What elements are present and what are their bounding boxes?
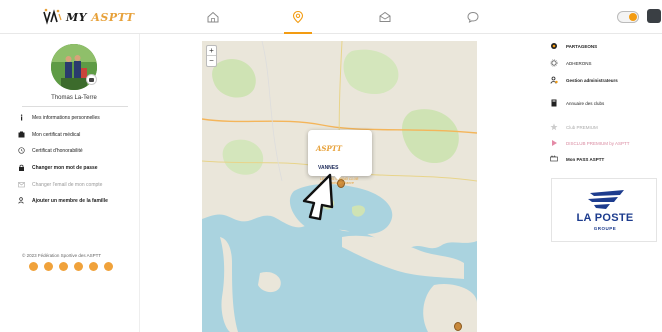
app-logo[interactable]: MY ASPTT [42,8,135,26]
menu-medical-certificate[interactable]: Mon certificat médical [18,131,143,138]
menu-label: ADHERONS [566,60,592,66]
club-map[interactable]: + − ASPTT VANNES LE PLUS GRAND CLUB omni… [202,41,477,332]
menu-label: Mon PASS ASPTT [566,156,605,162]
menu-label: Ajouter un membre de la famille [32,197,108,204]
change-photo-button[interactable] [86,74,97,85]
menu-honorability-certificate[interactable]: Certificat d'honorabilité [18,147,143,154]
book-icon [550,99,558,107]
user-menu-avatar[interactable] [647,9,661,23]
certificate-icon [18,131,25,138]
play-icon [550,139,558,147]
right-sidebar: PARTAGEONS ADHERONS Gestion administrate… [540,34,662,332]
facebook-icon[interactable] [29,262,38,271]
top-bar: MY ASPTT [0,0,662,34]
user-add-icon [18,197,25,204]
menu-label: Annuaire des clubs [566,100,605,106]
ad-subbrand: GROUPE [593,226,617,231]
tiktok-icon[interactable] [104,262,113,271]
menu-label: Certificat d'honorabilité [32,147,83,154]
menu-club-premium[interactable]: Club PREMIUM [550,123,598,131]
menu-partageons[interactable]: PARTAGEONS [550,42,597,50]
twitter-icon[interactable] [59,262,68,271]
menu-club-directory[interactable]: Annuaire des clubs [550,99,604,107]
club-marker[interactable] [454,322,462,331]
theme-toggle[interactable] [617,11,639,23]
gear-icon [550,59,558,67]
copyright-text: © 2023 Fédération Sportive des ASPTT [22,253,102,258]
info-icon [18,114,25,121]
app-name: MY ASPTT [66,10,135,24]
home-icon[interactable] [206,10,220,24]
menu-label: Mes informations personnelles [32,114,100,121]
club-brand: ASPTT [316,144,342,153]
divider [22,106,128,107]
chat-icon[interactable] [466,10,480,24]
menu-pass-asptt[interactable]: Mon PASS ASPTT [550,155,604,163]
menu-label: Changer l'email de mon compte [32,181,103,188]
la-poste-advertisement[interactable]: LA POSTE GROUPE [551,178,657,242]
social-links [29,262,113,271]
lock-icon [18,164,25,171]
menu-label: Gestion administrateurs [566,77,618,83]
menu-adherons[interactable]: ADHERONS [550,59,592,67]
menu-label: Changer mon mot de passe [32,164,98,171]
email-icon [18,181,25,188]
profile-sidebar: Thomas La-Terre Mes informations personn… [0,34,140,332]
menu-personal-info[interactable]: Mes informations personnelles [18,114,143,121]
menu-add-family-member[interactable]: Ajouter un membre de la famille [18,197,143,204]
pass-icon [550,155,558,163]
admin-user-icon [550,76,558,84]
club-logo: ASPTT VANNES LE PLUS GRAND CLUB omnispor… [316,138,366,185]
menu-label: Club PREMIUM [566,124,598,130]
youtube-icon[interactable] [74,262,83,271]
toggle-knob [629,13,637,21]
asptt-logo-icon [43,8,62,25]
menu-disclub-premium[interactable]: DISCLUB PREMIUM by ASPTT [550,139,630,147]
menu-label: PARTAGEONS [566,43,598,49]
mail-icon[interactable] [378,10,392,24]
zoom-in-button[interactable]: + [207,46,216,56]
zoom-control: + − [206,45,217,67]
user-name: Thomas La-Terre [51,95,97,101]
ad-brand: LA POSTE [576,212,634,224]
clock-icon [18,147,25,154]
menu-change-email[interactable]: Changer l'email de mon compte [18,181,143,188]
star-icon [550,123,558,131]
club-popup[interactable]: ASPTT VANNES LE PLUS GRAND CLUB omnispor… [308,130,372,185]
menu-label: DISCLUB PREMIUM by ASPTT [566,140,630,146]
menu-admin-management[interactable]: Gestion administrateurs [550,76,618,84]
menu-label: Mon certificat médical [32,131,81,138]
instagram-icon[interactable] [44,262,53,271]
share-icon [550,42,558,50]
map-pin-icon[interactable] [291,10,305,24]
la-poste-bird-logo [588,190,624,209]
menu-change-password[interactable]: Changer mon mot de passe [18,164,143,171]
active-tab-indicator [284,32,312,34]
linkedin-icon[interactable] [89,262,98,271]
camera-icon [89,77,94,82]
mouse-cursor-icon [302,173,334,221]
zoom-out-button[interactable]: − [207,56,216,66]
